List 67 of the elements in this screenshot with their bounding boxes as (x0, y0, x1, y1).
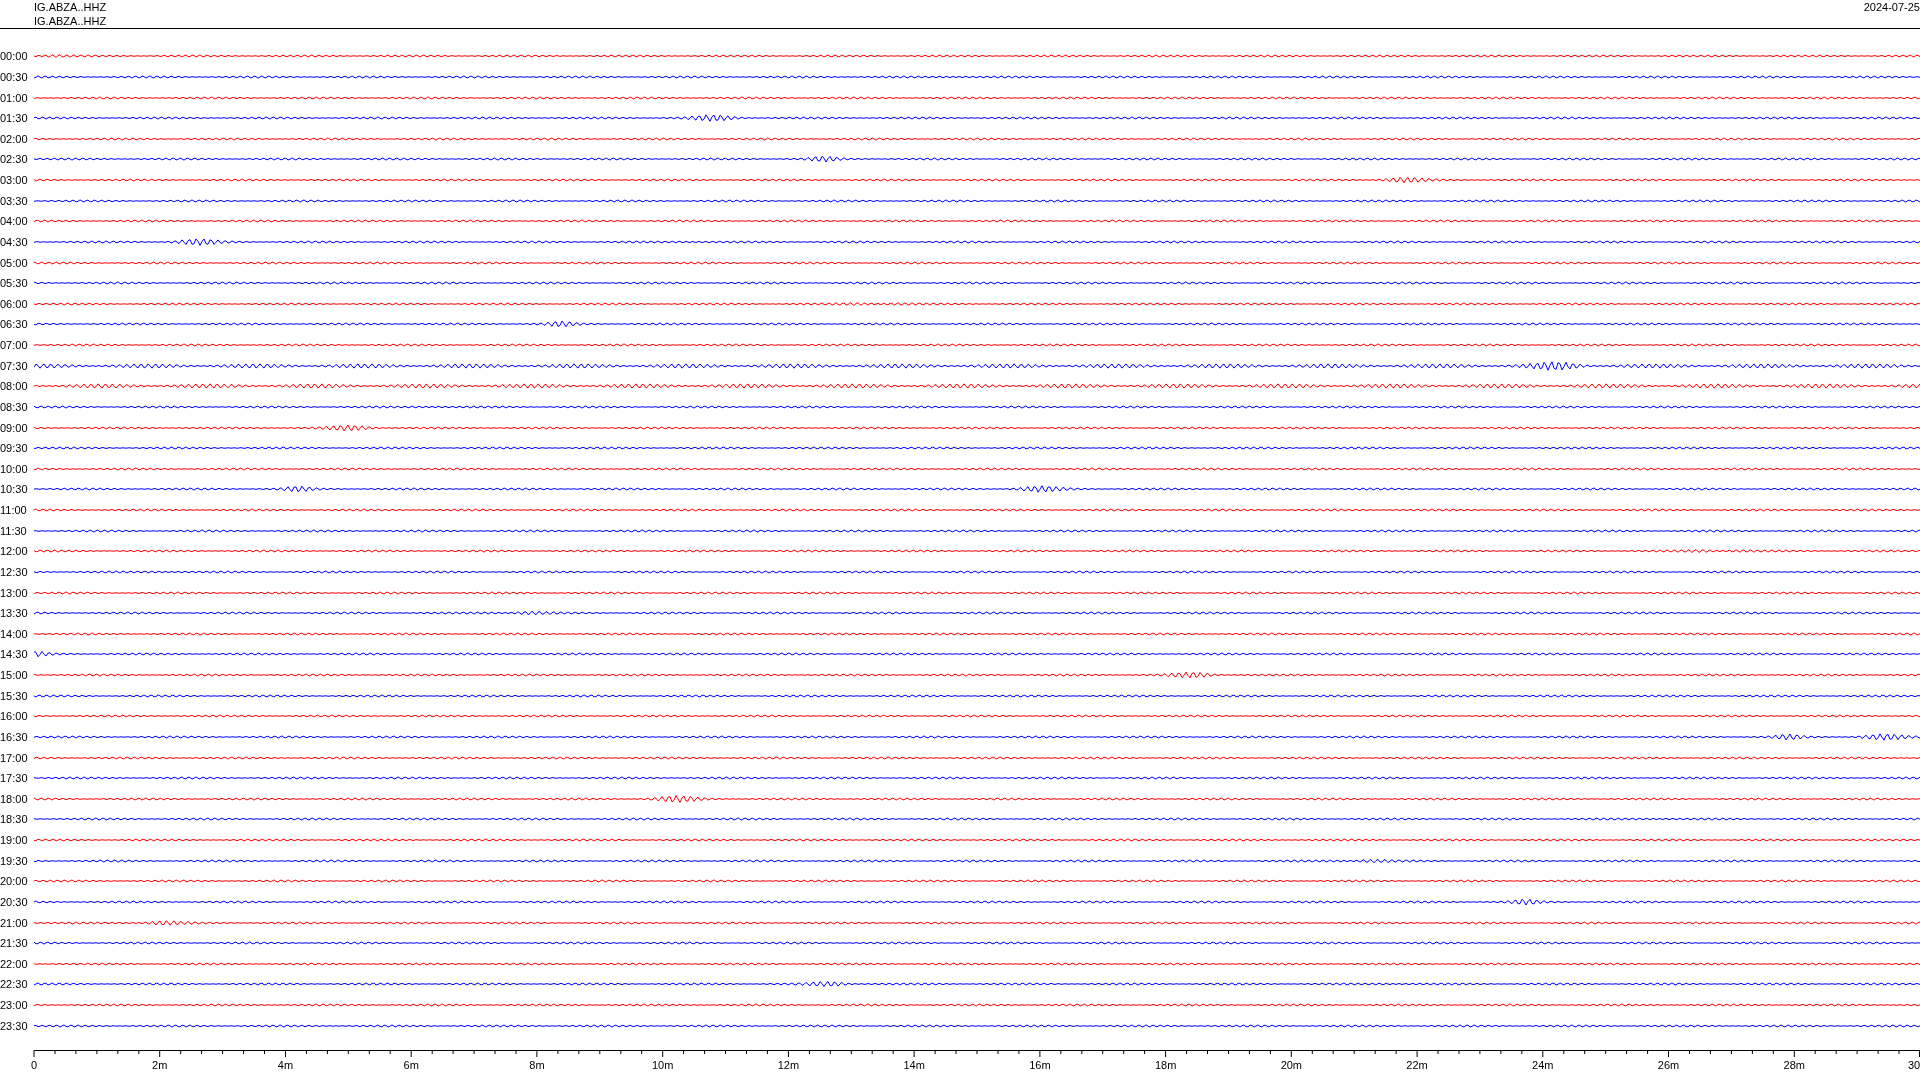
axis-label: 18m (1154, 1059, 1177, 1071)
time-label: 20:30 (0, 895, 29, 908)
time-label: 12:00 (0, 545, 29, 558)
time-label: 11:30 (0, 524, 28, 537)
time-label: 10:30 (0, 483, 29, 496)
time-label: 07:00 (0, 339, 29, 352)
time-label: 06:30 (0, 318, 29, 331)
time-label: 04:00 (0, 215, 29, 228)
time-label: 22:00 (0, 957, 29, 970)
time-label: 03:30 (0, 194, 29, 207)
time-label: 00:00 (0, 50, 29, 63)
axis-label: 16m (1029, 1059, 1051, 1071)
axis-label: 6m (403, 1059, 419, 1071)
axis-label: 2m (152, 1059, 168, 1071)
time-label: 09:30 (0, 442, 29, 455)
time-label: 18:30 (0, 813, 29, 826)
time-label: 00:30 (0, 70, 29, 83)
time-label: 17:30 (0, 772, 29, 785)
time-label: 06:00 (0, 297, 29, 310)
time-label: 12:30 (0, 565, 29, 578)
axis-label: 28m (1783, 1059, 1805, 1071)
axis-label: 22m (1406, 1059, 1428, 1071)
time-label: 03:00 (0, 174, 29, 187)
time-label: 08:00 (0, 380, 29, 393)
time-label: 02:30 (0, 153, 29, 166)
time-label: 11:00 (0, 504, 28, 517)
time-label: 01:00 (0, 91, 29, 104)
time-label: 01:30 (0, 112, 29, 125)
time-label: 10:00 (0, 462, 29, 475)
time-label: 19:30 (0, 854, 29, 867)
axis-label: 24m (1532, 1059, 1554, 1071)
axis-label: 30 (1908, 1059, 1920, 1071)
axis-label: 4m (277, 1059, 294, 1071)
time-label: 16:00 (0, 710, 29, 723)
time-label: 17:00 (0, 751, 29, 764)
time-label: 16:30 (0, 730, 29, 743)
axis-label: 8m (529, 1059, 545, 1071)
axis-label: 12m (777, 1059, 800, 1071)
axis-label: 26m (1657, 1059, 1680, 1071)
time-label: 02:00 (0, 132, 29, 145)
time-label: 22:30 (0, 978, 29, 991)
time-label: 04:30 (0, 235, 29, 248)
axis-label: 0 (30, 1059, 38, 1071)
date-label: 2024-07-25 (1863, 0, 1920, 14)
time-label: 09:00 (0, 421, 29, 434)
time-label: 05:00 (0, 256, 29, 269)
axis-label: 20m (1280, 1059, 1303, 1071)
time-label: 21:00 (0, 916, 29, 929)
time-label: 13:00 (0, 586, 29, 599)
time-label: 23:00 (0, 999, 29, 1012)
station-label: IG.ABZA..HHZ (34, 14, 107, 28)
time-label: 18:00 (0, 792, 29, 805)
time-label: 08:30 (0, 400, 29, 413)
time-label: 13:30 (0, 607, 29, 620)
axis-label: 10m (651, 1059, 674, 1071)
time-label: 21:30 (0, 937, 29, 950)
time-label: 15:00 (0, 669, 29, 682)
time-label: 23:30 (0, 1019, 29, 1032)
station-label: IG.ABZA..HHZ (34, 0, 107, 14)
time-label: 14:30 (0, 648, 29, 661)
time-label: 20:00 (0, 875, 29, 888)
axis-label: 14m (903, 1059, 925, 1071)
time-label: 15:30 (0, 689, 29, 702)
time-label: 14:00 (0, 627, 29, 640)
time-label: 05:30 (0, 277, 29, 290)
time-label: 07:30 (0, 359, 29, 372)
time-label: 19:00 (0, 834, 29, 847)
